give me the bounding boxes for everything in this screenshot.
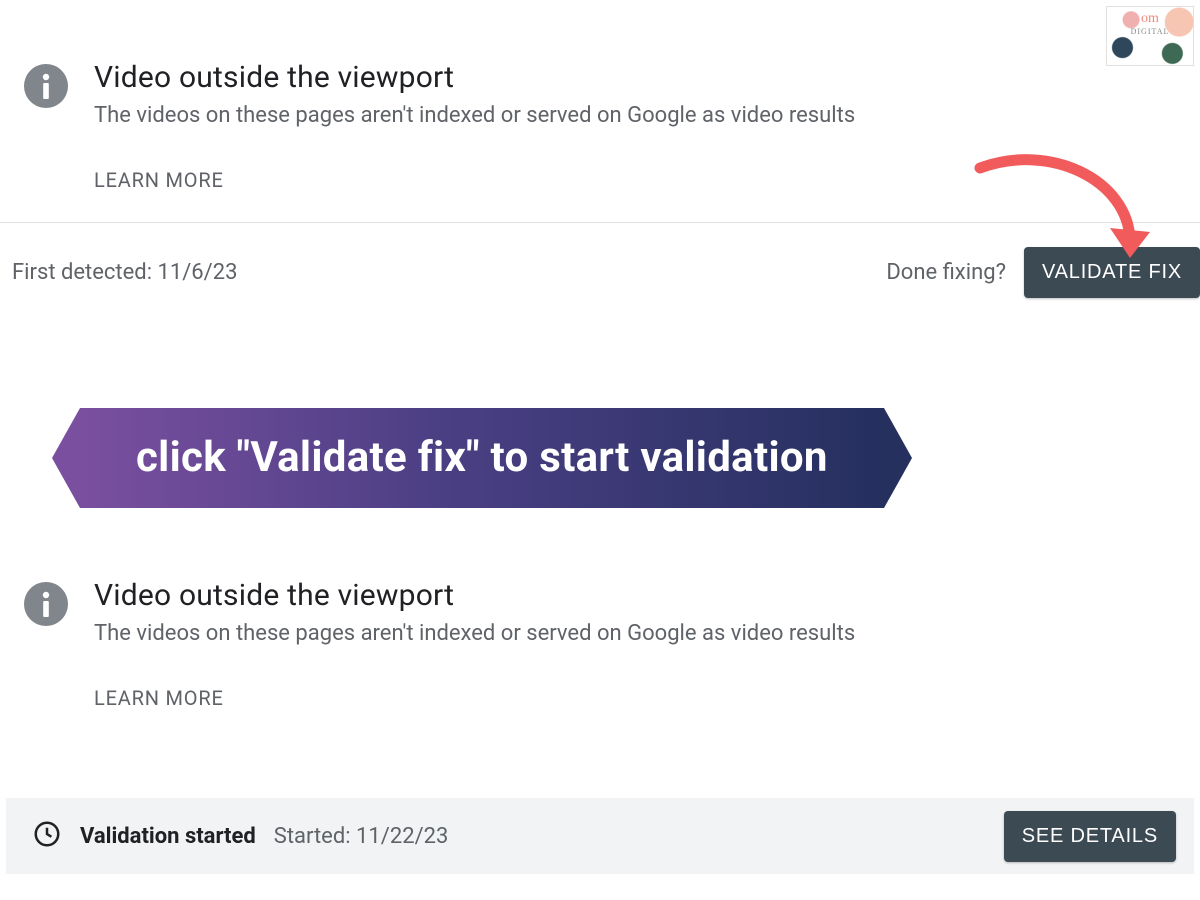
issue-description: The videos on these pages aren't indexed… bbox=[94, 103, 1176, 128]
issue-block: Video outside the viewport The videos on… bbox=[0, 0, 1200, 192]
detection-row: First detected: 11/6/23 Done fixing? VAL… bbox=[0, 223, 1200, 298]
validate-fix-button[interactable]: VALIDATE FIX bbox=[1024, 247, 1200, 298]
validation-status-bar: Validation started Started: 11/22/23 SEE… bbox=[6, 798, 1194, 874]
clock-icon bbox=[32, 819, 62, 853]
issue-description: The videos on these pages aren't indexed… bbox=[94, 621, 1176, 646]
issue-title: Video outside the viewport bbox=[94, 60, 1176, 95]
instruction-banner: click "Validate fix" to start validation bbox=[80, 408, 884, 508]
issue-block: Video outside the viewport The videos on… bbox=[0, 508, 1200, 710]
learn-more-link[interactable]: LEARN MORE bbox=[94, 168, 224, 192]
learn-more-link[interactable]: LEARN MORE bbox=[94, 686, 224, 710]
validation-status-label: Validation started bbox=[80, 824, 256, 849]
brand-logo bbox=[1106, 6, 1194, 66]
see-details-button[interactable]: SEE DETAILS bbox=[1004, 811, 1176, 862]
info-icon bbox=[24, 582, 68, 626]
issue-title: Video outside the viewport bbox=[94, 578, 1176, 613]
validation-started-date: Started: 11/22/23 bbox=[274, 824, 449, 849]
done-fixing-label: Done fixing? bbox=[886, 260, 1006, 285]
first-detected-label: First detected: 11/6/23 bbox=[12, 260, 237, 285]
info-icon bbox=[24, 64, 68, 108]
